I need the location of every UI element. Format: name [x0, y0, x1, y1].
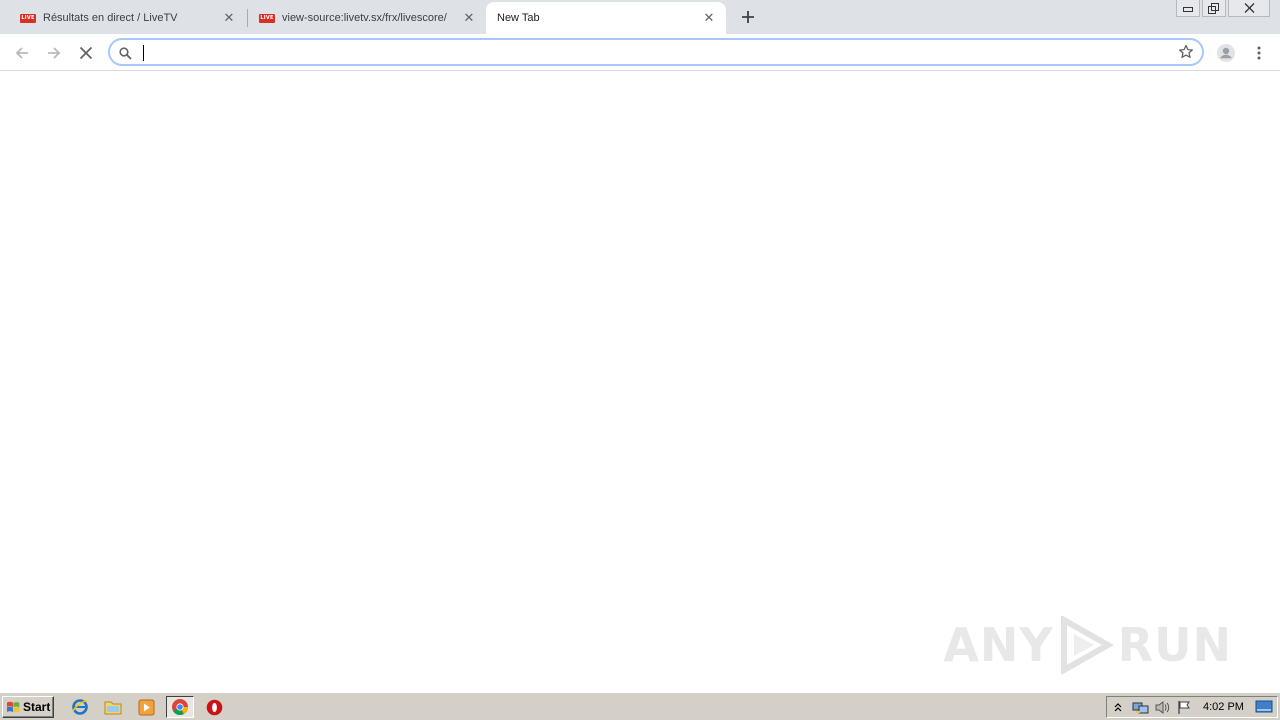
internet-explorer-icon[interactable] [66, 696, 94, 718]
watermark-right-text: RUN [1117, 618, 1232, 672]
clock[interactable]: 4:02 PM [1203, 701, 1244, 713]
tab-title: view-source:livetv.sx/frx/livescore/ [282, 12, 447, 24]
tab-close-icon[interactable]: ✕ [460, 9, 478, 27]
tab-strip: LIVE Résultats en direct / LiveTV ✕ LIVE… [0, 0, 1280, 34]
play-triangle-icon [1060, 616, 1114, 674]
system-tray: 4:02 PM [1106, 696, 1278, 718]
start-button[interactable]: Start [2, 696, 54, 718]
anyrun-watermark: ANY RUN [943, 616, 1232, 674]
page-content: ANY RUN [0, 72, 1280, 692]
tab-title: New Tab [497, 12, 540, 24]
tab-view-source[interactable]: LIVE view-source:livetv.sx/frx/livescore… [248, 2, 486, 34]
tab-title: Résultats en direct / LiveTV [43, 12, 178, 24]
show-hidden-icons-chevron-icon[interactable] [1107, 698, 1129, 716]
search-icon [119, 45, 132, 64]
tab-close-icon[interactable]: ✕ [700, 9, 718, 27]
show-desktop-icon[interactable] [1253, 698, 1275, 716]
windows-taskbar: Start 4:02 PM [0, 692, 1280, 720]
action-center-flag-icon[interactable] [1173, 698, 1195, 716]
tab-close-icon[interactable]: ✕ [220, 9, 238, 27]
tab-livetv-results[interactable]: LIVE Résultats en direct / LiveTV ✕ [0, 2, 246, 34]
window-controls [1176, 0, 1270, 17]
bookmark-star-icon[interactable] [1178, 44, 1194, 64]
network-icon[interactable] [1129, 698, 1151, 716]
chrome-icon[interactable] [166, 696, 194, 718]
livetv-icon: LIVE [259, 13, 275, 23]
watermark-left-text: ANY [943, 618, 1054, 672]
back-arrow-icon[interactable] [9, 40, 35, 66]
minimize-icon[interactable] [1176, 0, 1200, 17]
close-window-icon[interactable] [1228, 0, 1270, 17]
file-explorer-icon[interactable] [99, 696, 127, 718]
volume-icon[interactable] [1151, 698, 1173, 716]
start-label: Start [23, 700, 51, 714]
profile-avatar-icon[interactable] [1213, 40, 1239, 66]
new-tab-plus-icon[interactable] [736, 6, 760, 28]
stop-loading-icon[interactable] [73, 40, 99, 66]
windows-logo-icon [7, 701, 20, 713]
forward-arrow-icon[interactable] [41, 40, 67, 66]
browser-toolbar [0, 34, 1280, 71]
address-bar[interactable] [108, 38, 1204, 66]
address-input[interactable] [142, 42, 1162, 62]
text-caret [143, 45, 144, 61]
menu-kebab-icon[interactable] [1246, 40, 1272, 66]
restore-icon[interactable] [1202, 0, 1226, 17]
opera-icon[interactable] [200, 696, 228, 718]
livetv-icon: LIVE [20, 13, 36, 23]
media-player-icon[interactable] [132, 696, 160, 718]
tab-new-tab[interactable]: New Tab ✕ [486, 2, 726, 34]
